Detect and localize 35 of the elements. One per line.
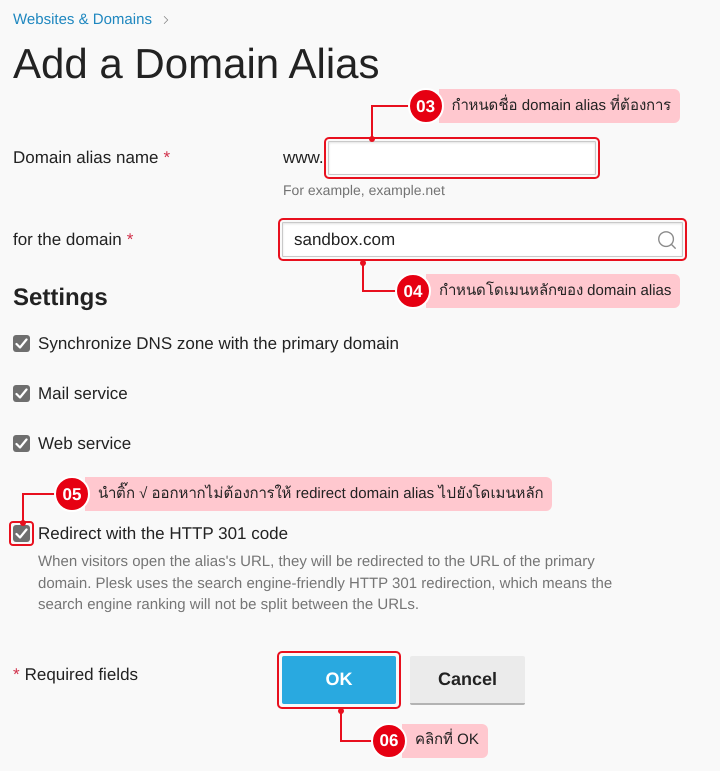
page-title: Add a Domain Alias xyxy=(13,40,380,88)
callout-label: กำหนดโดเมนหลักของ domain alias xyxy=(426,274,680,308)
required-mark: * xyxy=(164,147,170,170)
required-mark: * xyxy=(126,228,134,251)
step-badge: 05 xyxy=(54,476,90,512)
checkbox[interactable] xyxy=(13,525,30,542)
callout-label: นำติ๊ก √ ออกหากไม่ต้องการให้ redirect domain alias ไปยังโดเมนหลัก xyxy=(85,477,552,511)
field-label: Domain alias name xyxy=(13,147,159,170)
field-hint: For example, example.net xyxy=(283,181,445,200)
callout-label: กำหนดชื่อ domain alias ที่ต้องการ xyxy=(438,89,680,123)
breadcrumb-link[interactable]: Websites & Domains xyxy=(13,10,152,30)
cancel-button[interactable]: Cancel xyxy=(410,656,525,704)
option-description: When visitors open the alias's URL, they will be redirected to the URL of the primary domain. Plesk uses the search engine-friendly HTTP 301 redirection, which means the search engine ranking will not be split between the URLs. xyxy=(38,552,614,615)
check-icon xyxy=(15,387,28,400)
step-badge: 03 xyxy=(408,88,444,124)
checkbox[interactable] xyxy=(13,385,30,402)
checkbox[interactable] xyxy=(13,335,30,352)
field-label: for the domain xyxy=(13,228,122,251)
checkbox-label: Web service xyxy=(38,432,132,454)
search-icon[interactable] xyxy=(656,229,678,251)
required-note: Required fields xyxy=(24,664,138,686)
input-prefix: www. xyxy=(283,147,324,170)
section-heading: Settings xyxy=(13,283,108,313)
checkbox-label: Mail service xyxy=(38,382,128,404)
checkbox-label: Synchronize DNS zone with the primary domain xyxy=(38,332,399,354)
search-field[interactable]: sandbox.com xyxy=(282,222,683,257)
check-icon xyxy=(15,437,28,450)
callout-label: คลิกที่ OK xyxy=(402,724,488,758)
checkbox-label: Redirect with the HTTP 301 code xyxy=(38,522,288,544)
step-badge: 04 xyxy=(395,273,431,309)
check-icon xyxy=(15,337,28,350)
check-icon xyxy=(15,527,28,540)
checkbox[interactable] xyxy=(13,435,30,452)
required-mark: * xyxy=(13,664,20,686)
step-badge: 06 xyxy=(371,722,407,758)
